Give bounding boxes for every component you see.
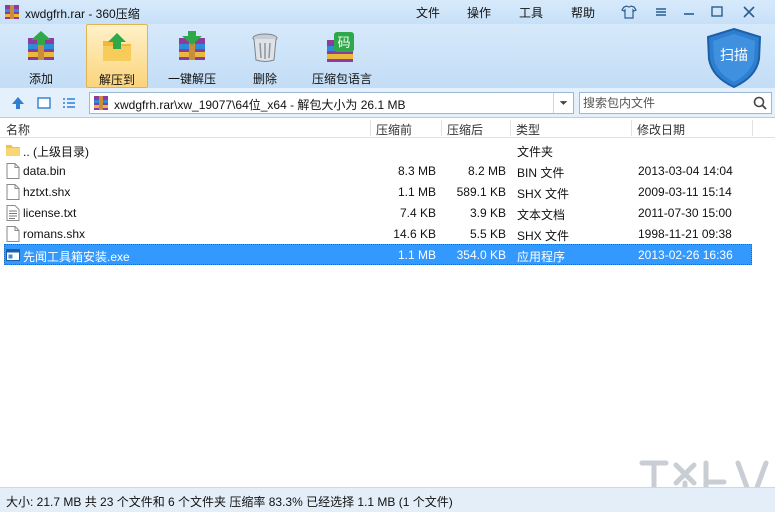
file-modified: 2013-03-04 14:04 (638, 164, 733, 178)
menu-file[interactable]: 文件 (416, 4, 440, 21)
toolbar: 添加 解压到 一键解压 删除 码 压缩包语言 (0, 24, 775, 88)
file-type: 应用程序 (517, 250, 566, 264)
file-type: BIN 文件 (517, 166, 565, 180)
file-packed-size: 8.3 MB (397, 164, 436, 178)
file-unpacked-size: 3.9 KB (469, 206, 506, 220)
thumbnail-view-icon[interactable] (36, 95, 52, 111)
status-bar: 大小: 21.7 MB 共 23 个文件和 6 个文件夹 压缩率 83.3% 已… (0, 487, 775, 512)
file-icon (6, 226, 20, 242)
column-modified[interactable]: 修改日期 (637, 121, 685, 138)
file-icon (6, 184, 20, 200)
menu-help[interactable]: 帮助 (571, 4, 595, 21)
file-name: data.bin (23, 164, 66, 178)
minimize-icon[interactable] (678, 2, 700, 22)
file-list: 名称 压缩前 压缩后 类型 修改日期 .. (上级目录) 文件夹 data.bi… (0, 118, 775, 487)
file-unpacked-size: 589.1 KB (456, 185, 506, 199)
file-unpacked-size: 8.2 MB (467, 164, 506, 178)
column-divider[interactable] (510, 120, 511, 136)
column-packed[interactable]: 压缩前 (376, 121, 412, 138)
file-unpacked-size: 5.5 KB (469, 227, 506, 241)
encoding-icon: 码 (327, 32, 354, 62)
file-modified: 2009-03-11 15:14 (638, 185, 732, 199)
file-packed-size: 14.6 KB (393, 227, 436, 241)
file-modified: 1998-11-21 09:38 (638, 227, 732, 241)
up-arrow-icon[interactable] (10, 95, 26, 111)
extract-folder-icon (103, 33, 131, 61)
one-click-extract-label: 一键解压 (167, 72, 216, 86)
folder-icon (6, 145, 20, 156)
title-bar: xwdgfrh.rar - 360压缩 文件 操作 工具 帮助 (0, 0, 775, 24)
svg-text:码: 码 (337, 36, 350, 51)
text-file-icon (6, 205, 20, 221)
file-type: 文件夹 (517, 145, 554, 159)
menu-tools[interactable]: 工具 (519, 4, 543, 21)
one-click-extract-button[interactable]: 一键解压 (164, 24, 220, 88)
list-header: 名称 压缩前 压缩后 类型 修改日期 (0, 118, 775, 138)
menu-list-icon[interactable] (650, 2, 672, 22)
list-item[interactable]: .. (上级目录) 文件夹 (0, 139, 775, 160)
file-modified: 2013-02-26 16:36 (638, 248, 733, 262)
extract-to-label: 解压到 (98, 73, 135, 87)
window-title: xwdgfrh.rar - 360压缩 (25, 7, 140, 21)
list-view-icon[interactable] (61, 95, 77, 111)
file-type: SHX 文件 (517, 187, 570, 201)
list-item[interactable]: license.txt 7.4 KB 3.9 KB 文本文档 2011-07-3… (0, 202, 775, 223)
chevron-down-icon[interactable] (553, 93, 573, 113)
scan-button[interactable]: 扫描 (703, 27, 765, 89)
delete-button[interactable]: 删除 (240, 24, 290, 88)
file-type: SHX 文件 (517, 229, 570, 243)
skin-icon[interactable] (618, 2, 640, 22)
file-icon (6, 163, 20, 179)
one-click-extract-icon (179, 31, 205, 60)
list-item[interactable]: hztxt.shx 1.1 MB 589.1 KB SHX 文件 2009-03… (0, 181, 775, 202)
search-box (579, 92, 772, 114)
add-button[interactable]: 添加 (14, 24, 68, 88)
column-divider[interactable] (631, 120, 632, 136)
archive-language-button[interactable]: 码 压缩包语言 (306, 24, 378, 88)
address-path: xwdgfrh.rar\xw_19077\64位_x64 - 解包大小为 26.… (114, 98, 406, 112)
file-name: romans.shx (23, 227, 86, 241)
address-bar[interactable]: xwdgfrh.rar\xw_19077\64位_x64 - 解包大小为 26.… (89, 92, 574, 114)
file-name: license.txt (23, 206, 77, 220)
rar-archive-icon (94, 96, 108, 110)
column-type[interactable]: 类型 (516, 121, 540, 138)
file-name: .. (上级目录) (23, 145, 89, 159)
add-archive-icon (28, 31, 54, 60)
search-icon[interactable] (752, 95, 768, 111)
search-input[interactable] (583, 95, 748, 111)
address-row: xwdgfrh.rar\xw_19077\64位_x64 - 解包大小为 26.… (0, 88, 775, 118)
file-type: 文本文档 (517, 208, 566, 222)
menu-operations[interactable]: 操作 (467, 4, 491, 21)
trash-icon (252, 33, 278, 62)
column-divider[interactable] (441, 120, 442, 136)
maximize-icon[interactable] (706, 2, 728, 22)
column-divider[interactable] (370, 120, 371, 136)
status-text: 大小: 21.7 MB 共 23 个文件和 6 个文件夹 压缩率 83.3% 已… (6, 495, 453, 509)
delete-label: 删除 (252, 72, 277, 86)
file-modified: 2011-07-30 15:00 (638, 206, 732, 220)
file-unpacked-size: 354.0 KB (456, 248, 506, 262)
file-packed-size: 1.1 MB (397, 248, 436, 262)
file-name: hztxt.shx (23, 185, 71, 199)
close-icon[interactable] (738, 2, 760, 22)
archive-language-label: 压缩包语言 (311, 72, 372, 86)
exe-icon (6, 249, 20, 261)
column-divider[interactable] (752, 120, 753, 136)
list-item[interactable]: data.bin 8.3 MB 8.2 MB BIN 文件 2013-03-04… (0, 160, 775, 181)
list-item[interactable]: romans.shx 14.6 KB 5.5 KB SHX 文件 1998-11… (0, 223, 775, 244)
file-packed-size: 7.4 KB (399, 206, 436, 220)
rar-archive-icon (5, 5, 19, 19)
add-label: 添加 (28, 72, 53, 86)
column-unpacked[interactable]: 压缩后 (447, 121, 483, 138)
file-name: 先闻工具箱安装.exe (23, 250, 130, 264)
extract-to-button[interactable]: 解压到 (86, 24, 148, 88)
column-name[interactable]: 名称 (6, 121, 30, 138)
file-packed-size: 1.1 MB (397, 185, 436, 199)
list-item[interactable]: 先闻工具箱安装.exe 1.1 MB 354.0 KB 应用程序 2013-02… (0, 244, 775, 265)
scan-label: 扫描 (720, 47, 748, 63)
